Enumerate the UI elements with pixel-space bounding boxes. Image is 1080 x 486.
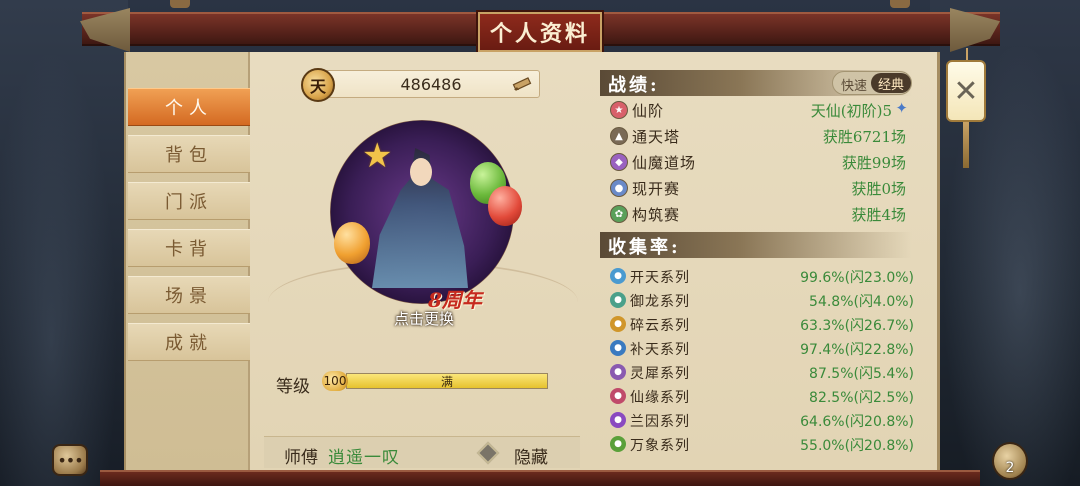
- background-scenery-left: [0, 0, 128, 486]
- kaitian-series-icon: ●: [610, 268, 626, 284]
- lanyin-series-icon: ●: [610, 412, 626, 428]
- xianyuan-series-icon: ●: [610, 388, 626, 404]
- title-plaque: 个人资料: [478, 12, 602, 52]
- build-match-icon: ✿: [610, 205, 628, 223]
- master-row: 师傅 逍遥一叹 隐藏: [264, 436, 580, 468]
- toggle-fast-option[interactable]: 快速: [841, 75, 867, 94]
- record-row: ◆ 仙魔道场 获胜99场: [604, 150, 910, 174]
- top-ornament-left: [170, 0, 190, 8]
- open-match-icon: ●: [610, 179, 628, 197]
- collection-title: 收集率:: [608, 237, 681, 258]
- lantern-tassel: [963, 122, 969, 168]
- gift-count-badge: 2: [1005, 460, 1015, 476]
- record-row: ▲ 通天塔 获胜6721场: [604, 124, 910, 148]
- level-label: 等级: [276, 377, 310, 397]
- avatar-character-face: [410, 158, 432, 186]
- close-icon: ✕: [953, 73, 979, 109]
- arena-icon: ◆: [610, 153, 628, 171]
- sidebar-nav: 个人 背包 门派 卡背 场景 成就: [126, 52, 250, 470]
- collection-row: ● 开天系列 99.6%(闪23.0%): [604, 264, 918, 288]
- record-row: ✿ 构筑赛 获胜4场: [604, 202, 910, 226]
- bottom-frame-bar: [100, 470, 980, 486]
- chat-button[interactable]: •••: [52, 444, 88, 476]
- level-progress-bar: 满: [346, 373, 548, 389]
- currency-display: 486486: [322, 70, 540, 98]
- yulong-series-icon: ●: [610, 292, 626, 308]
- change-avatar-hint[interactable]: 点击更换: [384, 308, 464, 329]
- star-icon: ★: [362, 136, 393, 176]
- close-button[interactable]: ✕: [946, 60, 986, 122]
- record-row: ● 现开赛 获胜0场: [604, 176, 910, 200]
- collection-row: ● 御龙系列 54.8%(闪4.0%): [604, 288, 918, 312]
- page-title: 个人资料: [489, 21, 590, 47]
- edit-pen-icon[interactable]: [512, 74, 534, 94]
- nav-item-card-back[interactable]: 卡背: [128, 229, 250, 267]
- record-title: 战绩:: [608, 75, 660, 96]
- collection-section-header: 收集率:: [600, 232, 912, 258]
- collection-row: ● 万象系列 55.0%(闪20.8%): [604, 432, 918, 456]
- collection-row: ● 补天系列 97.4%(闪22.8%): [604, 336, 918, 360]
- tower-icon: ▲: [610, 127, 628, 145]
- hide-checkbox[interactable]: [476, 441, 500, 465]
- balloon-orange-icon: [334, 222, 370, 264]
- wanxiang-series-icon: ●: [610, 436, 626, 452]
- immortal-rank-icon: ★: [610, 101, 628, 119]
- collection-row: ● 灵犀系列 87.5%(闪5.4%): [604, 360, 918, 384]
- nav-item-backpack[interactable]: 背包: [128, 135, 250, 173]
- chat-icon: •••: [57, 450, 83, 470]
- level-bar-text: 满: [440, 374, 453, 389]
- master-name-link[interactable]: 逍遥一叹: [328, 443, 400, 468]
- suiyun-series-icon: ●: [610, 316, 626, 332]
- butian-series-icon: ●: [610, 340, 626, 356]
- top-ornament-right: [890, 0, 910, 8]
- balloon-red-icon: [488, 186, 522, 226]
- master-label: 师傅: [284, 448, 318, 468]
- nav-item-sect[interactable]: 门派: [128, 182, 250, 220]
- nav-item-achievement[interactable]: 成就: [128, 323, 250, 361]
- collection-row: ● 仙缘系列 82.5%(闪2.5%): [604, 384, 918, 408]
- hide-label: 隐藏: [514, 448, 548, 468]
- collection-row: ● 碎云系列 63.3%(闪26.7%): [604, 312, 918, 336]
- lingxi-series-icon: ●: [610, 364, 626, 380]
- record-row: ★ 仙阶 天仙(初阶)5 ✦: [604, 98, 910, 122]
- mode-toggle[interactable]: 快速 经典: [832, 71, 912, 95]
- toggle-classic-option[interactable]: 经典: [871, 73, 911, 93]
- collection-row: ● 兰因系列 64.6%(闪20.8%): [604, 408, 918, 432]
- nav-item-personal[interactable]: 个人: [128, 88, 250, 126]
- sparkle-icon: ✦: [895, 99, 908, 117]
- currency-value: 486486: [400, 74, 462, 94]
- level-value-badge: 100: [322, 371, 348, 391]
- nav-item-scene[interactable]: 场景: [128, 276, 250, 314]
- tian-currency-icon: 天: [301, 68, 335, 102]
